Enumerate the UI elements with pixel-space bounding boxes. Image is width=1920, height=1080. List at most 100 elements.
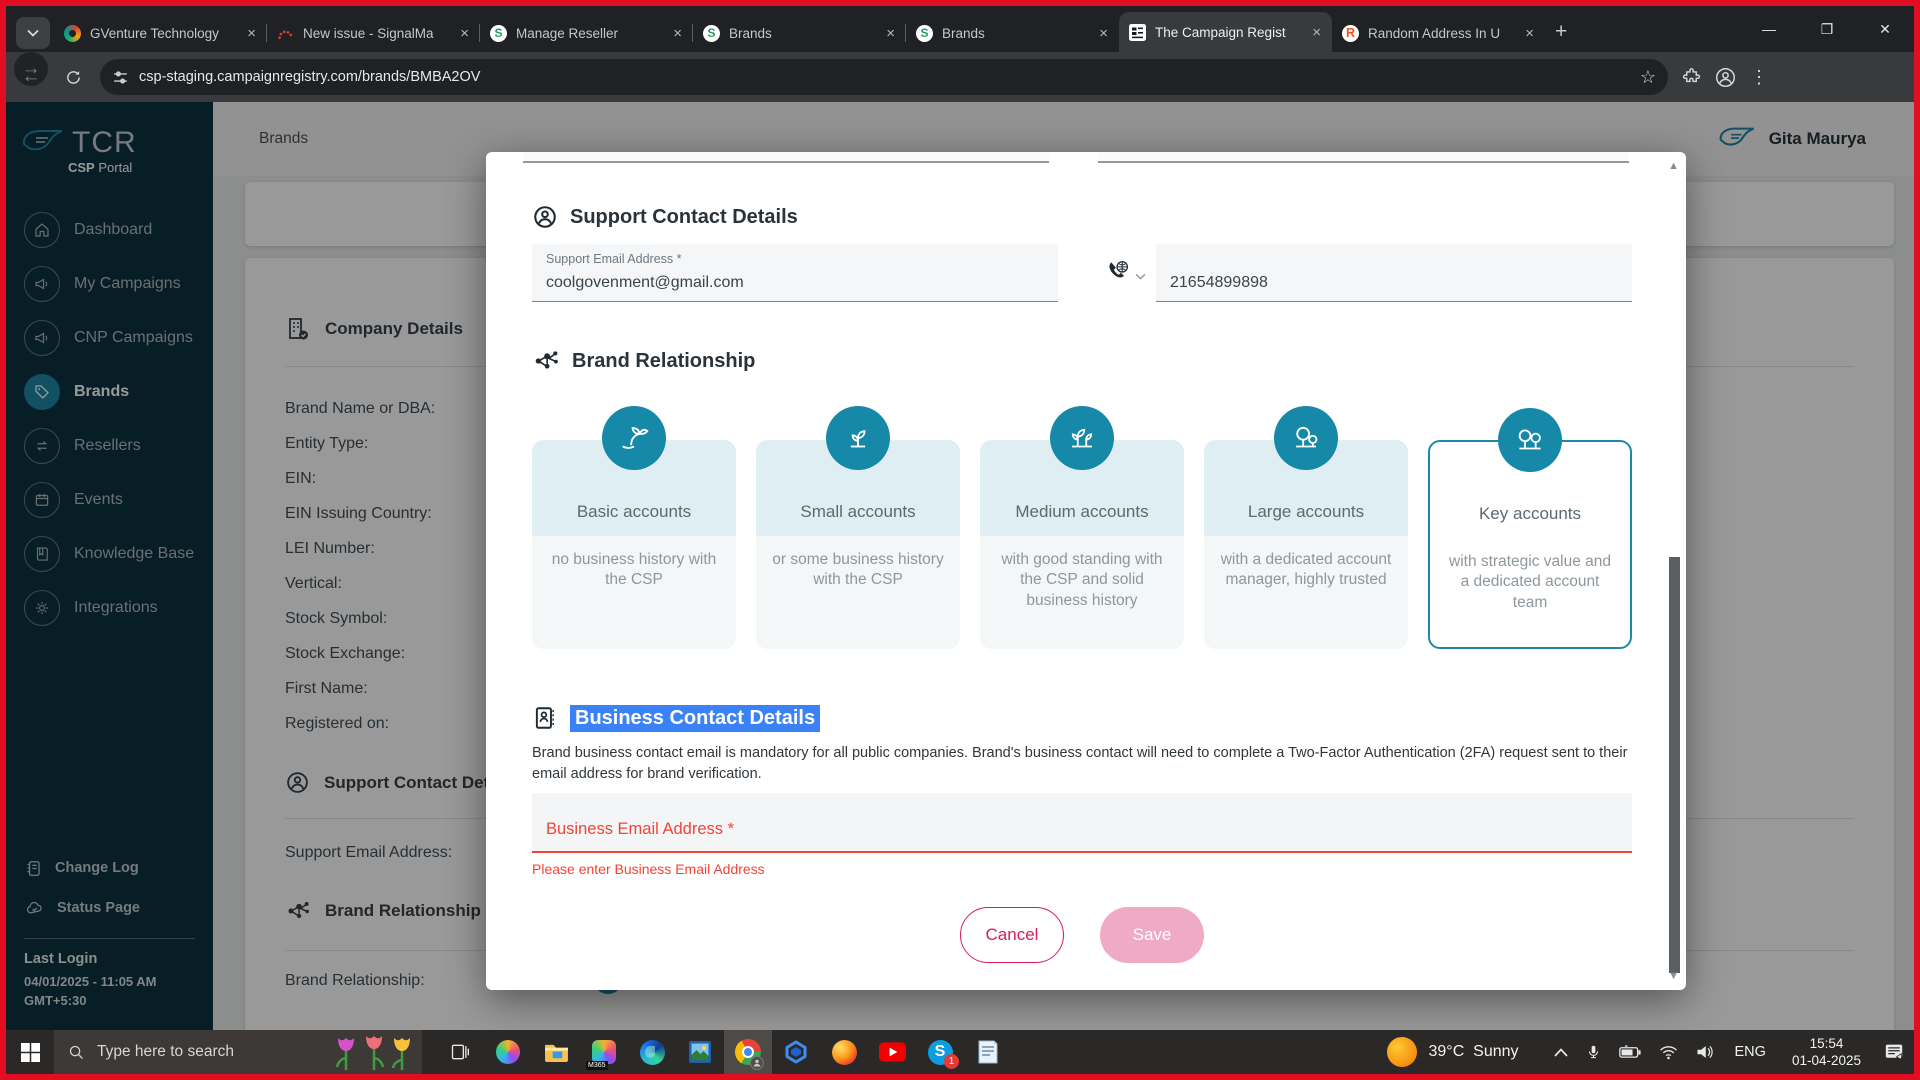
cancel-button[interactable]: Cancel: [960, 907, 1064, 963]
tier-description: or some business history with the CSP: [756, 536, 960, 591]
start-button[interactable]: [6, 1030, 54, 1074]
medium-plant-icon: [1050, 406, 1114, 470]
tab-close-icon[interactable]: ×: [883, 25, 898, 42]
modal-scrollbar-thumb[interactable]: [1669, 557, 1680, 973]
task-view-button[interactable]: [436, 1030, 484, 1074]
youtube-app-icon[interactable]: [868, 1030, 916, 1074]
profile-icon[interactable]: [1715, 67, 1736, 88]
tier-key-accounts-selected[interactable]: Key accounts with strategic value and a …: [1428, 440, 1632, 649]
support-email-input[interactable]: Support Email Address * coolgovenment@gm…: [532, 244, 1058, 302]
search-tulips-image[interactable]: [330, 1032, 418, 1072]
browser-tab-brands-1[interactable]: S Brands ×: [693, 14, 906, 52]
tab-close-icon[interactable]: ×: [1096, 25, 1111, 42]
person-circle-icon: [532, 204, 558, 230]
extensions-icon[interactable]: [1682, 68, 1701, 87]
chrome-browser-icon-active[interactable]: [724, 1030, 772, 1074]
battery-icon[interactable]: [1619, 1045, 1641, 1059]
copilot-app-icon[interactable]: [484, 1030, 532, 1074]
business-contact-description: Brand business contact email is mandator…: [532, 743, 1632, 785]
r-favicon-icon: R: [1342, 25, 1359, 42]
tab-close-icon[interactable]: ×: [670, 25, 685, 42]
business-email-label: Business Email Address *: [546, 820, 734, 839]
tab-title: Brands: [942, 26, 1096, 41]
wifi-icon[interactable]: [1659, 1045, 1678, 1060]
tab-close-icon[interactable]: ×: [1522, 25, 1537, 42]
window-minimize-button[interactable]: —: [1740, 6, 1798, 52]
edge-browser-icon[interactable]: [628, 1030, 676, 1074]
skype-app-icon[interactable]: S 1: [916, 1030, 964, 1074]
new-tab-button[interactable]: +: [1555, 20, 1567, 44]
modal-scroll-up-arrow[interactable]: ▲: [1668, 160, 1679, 172]
language-indicator[interactable]: ENG: [1735, 1044, 1766, 1060]
tab-title: Manage Reseller: [516, 26, 670, 41]
tier-description: with good standing with the CSP and soli…: [980, 536, 1184, 611]
url-text[interactable]: csp-staging.campaignregistry.com/brands/…: [139, 69, 1640, 85]
tier-basic-accounts[interactable]: Basic accounts no business history with …: [532, 440, 736, 649]
tier-medium-accounts[interactable]: Medium accounts with good standing with …: [980, 440, 1184, 649]
chrome-profile-badge: [750, 1056, 764, 1070]
tab-title: Brands: [729, 26, 883, 41]
browser-tab-brands-2[interactable]: S Brands ×: [906, 14, 1119, 52]
tier-large-accounts[interactable]: Large accounts with a dedicated account …: [1204, 440, 1408, 649]
tab-search-button[interactable]: [16, 17, 50, 49]
browser-tab-random-address[interactable]: R Random Address In U ×: [1332, 14, 1545, 52]
support-email-label: Support Email Address *: [546, 252, 682, 266]
notepad-app-icon[interactable]: [964, 1030, 1012, 1074]
business-email-input[interactable]: Business Email Address *: [532, 793, 1632, 853]
window-close-button[interactable]: ✕: [1856, 6, 1914, 52]
photos-app-icon[interactable]: [676, 1030, 724, 1074]
forward-button[interactable]: →: [14, 52, 48, 86]
taskbar-clock[interactable]: 15:54 01-04-2025: [1792, 1035, 1861, 1069]
notification-center-icon[interactable]: [1884, 1043, 1904, 1061]
windows-taskbar: Type here to search M365: [6, 1030, 1914, 1074]
tab-close-icon[interactable]: ×: [244, 25, 259, 42]
firefox-browser-icon[interactable]: [820, 1030, 868, 1074]
taskbar-weather[interactable]: 39°C Sunny: [1387, 1037, 1519, 1067]
modal-scroll-down-arrow[interactable]: ▼: [1668, 970, 1679, 982]
tab-title: GVenture Technology: [90, 26, 244, 41]
support-phone-value: 21654899898: [1170, 274, 1268, 292]
tab-close-icon[interactable]: ×: [1309, 24, 1324, 41]
browser-tab-manage-reseller[interactable]: S Manage Reseller ×: [480, 14, 693, 52]
weather-condition: Sunny: [1473, 1043, 1518, 1060]
skype-notification-badge: 1: [944, 1054, 959, 1069]
tier-name: Medium accounts: [1015, 502, 1148, 522]
basic-plant-icon: [602, 406, 666, 470]
weather-temp: 39°C: [1429, 1043, 1465, 1060]
support-phone-input[interactable]: 21654899898: [1156, 244, 1632, 302]
m365-badge: M365: [586, 1061, 608, 1070]
s-favicon-icon: S: [916, 25, 933, 42]
blue-app-icon[interactable]: [772, 1030, 820, 1074]
modal-support-title: Support Contact Details: [570, 206, 798, 229]
microphone-icon[interactable]: [1586, 1043, 1601, 1061]
save-button[interactable]: Save: [1100, 907, 1204, 963]
tier-description: with strategic value and a dedicated acc…: [1430, 538, 1630, 613]
browser-tab-campaign-registry-active[interactable]: The Campaign Regist ×: [1119, 12, 1332, 52]
m365-copilot-app-icon[interactable]: M365: [580, 1030, 628, 1074]
small-plant-icon: [826, 406, 890, 470]
address-bar[interactable]: csp-staging.campaignregistry.com/brands/…: [100, 59, 1668, 95]
tier-name: Small accounts: [800, 502, 915, 522]
phone-country-selector[interactable]: [1058, 244, 1156, 302]
business-contact-heading: Business Contact Details: [532, 703, 1632, 733]
browser-tab-bar: GVenture Technology × New issue - Signal…: [6, 6, 1914, 52]
modal-support-heading: Support Contact Details: [532, 202, 1632, 232]
tier-name: Basic accounts: [577, 502, 691, 522]
contact-card-icon: [532, 705, 558, 731]
tray-chevron-icon[interactable]: [1554, 1048, 1568, 1057]
refresh-button[interactable]: [56, 60, 90, 94]
browser-tab-new-issue[interactable]: New issue - SignalMa ×: [267, 14, 480, 52]
file-explorer-icon[interactable]: [532, 1030, 580, 1074]
browser-tab-gventure[interactable]: GVenture Technology ×: [54, 14, 267, 52]
tab-close-icon[interactable]: ×: [457, 25, 472, 42]
bookmark-star-icon[interactable]: ☆: [1640, 67, 1656, 88]
window-maximize-button[interactable]: ❐: [1798, 6, 1856, 52]
taskbar-search[interactable]: Type here to search: [54, 1030, 422, 1074]
site-settings-icon[interactable]: [112, 69, 129, 86]
signal-arc-favicon-icon: [277, 25, 294, 42]
tier-small-accounts[interactable]: Small accounts or some business history …: [756, 440, 960, 649]
browser-menu-icon[interactable]: ⋮: [1750, 67, 1768, 88]
tier-name: Key accounts: [1479, 504, 1581, 524]
clock-time: 15:54: [1792, 1035, 1861, 1052]
speaker-icon[interactable]: [1696, 1044, 1714, 1060]
